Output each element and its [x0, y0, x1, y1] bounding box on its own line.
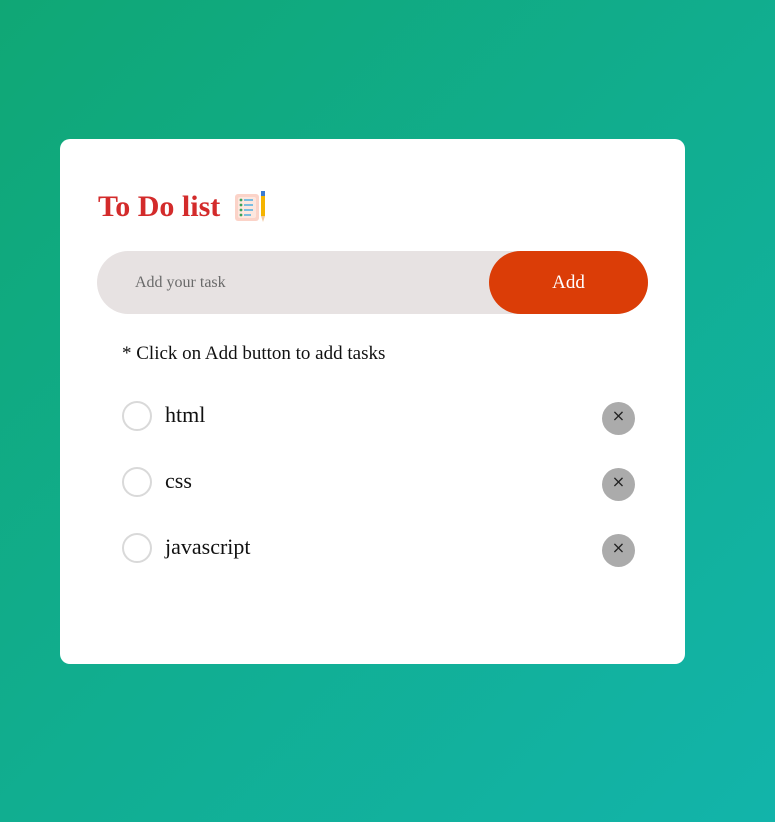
- task-checkbox[interactable]: [122, 533, 152, 563]
- task-item[interactable]: javascript ×: [122, 530, 637, 596]
- delete-task-button[interactable]: ×: [602, 468, 635, 501]
- todo-card: To Do list Add * Click on Add button to …: [60, 139, 685, 664]
- task-input[interactable]: [135, 251, 475, 314]
- hint-text: * Click on Add button to add tasks: [122, 343, 386, 364]
- task-list: html × css × javascript ×: [122, 398, 637, 596]
- task-item[interactable]: html ×: [122, 398, 637, 464]
- delete-task-button[interactable]: ×: [602, 534, 635, 567]
- notepad-checklist-icon: [235, 191, 266, 222]
- delete-task-button[interactable]: ×: [602, 402, 635, 435]
- task-checkbox[interactable]: [122, 467, 152, 497]
- task-item[interactable]: css ×: [122, 464, 637, 530]
- title-row: To Do list: [98, 189, 268, 225]
- add-button[interactable]: Add: [489, 251, 648, 314]
- page-title: To Do list: [98, 190, 221, 223]
- task-checkbox[interactable]: [122, 401, 152, 431]
- task-label: html: [165, 402, 206, 427]
- task-label: javascript: [165, 534, 251, 559]
- task-label: css: [165, 468, 192, 493]
- task-input-row: Add: [97, 251, 648, 314]
